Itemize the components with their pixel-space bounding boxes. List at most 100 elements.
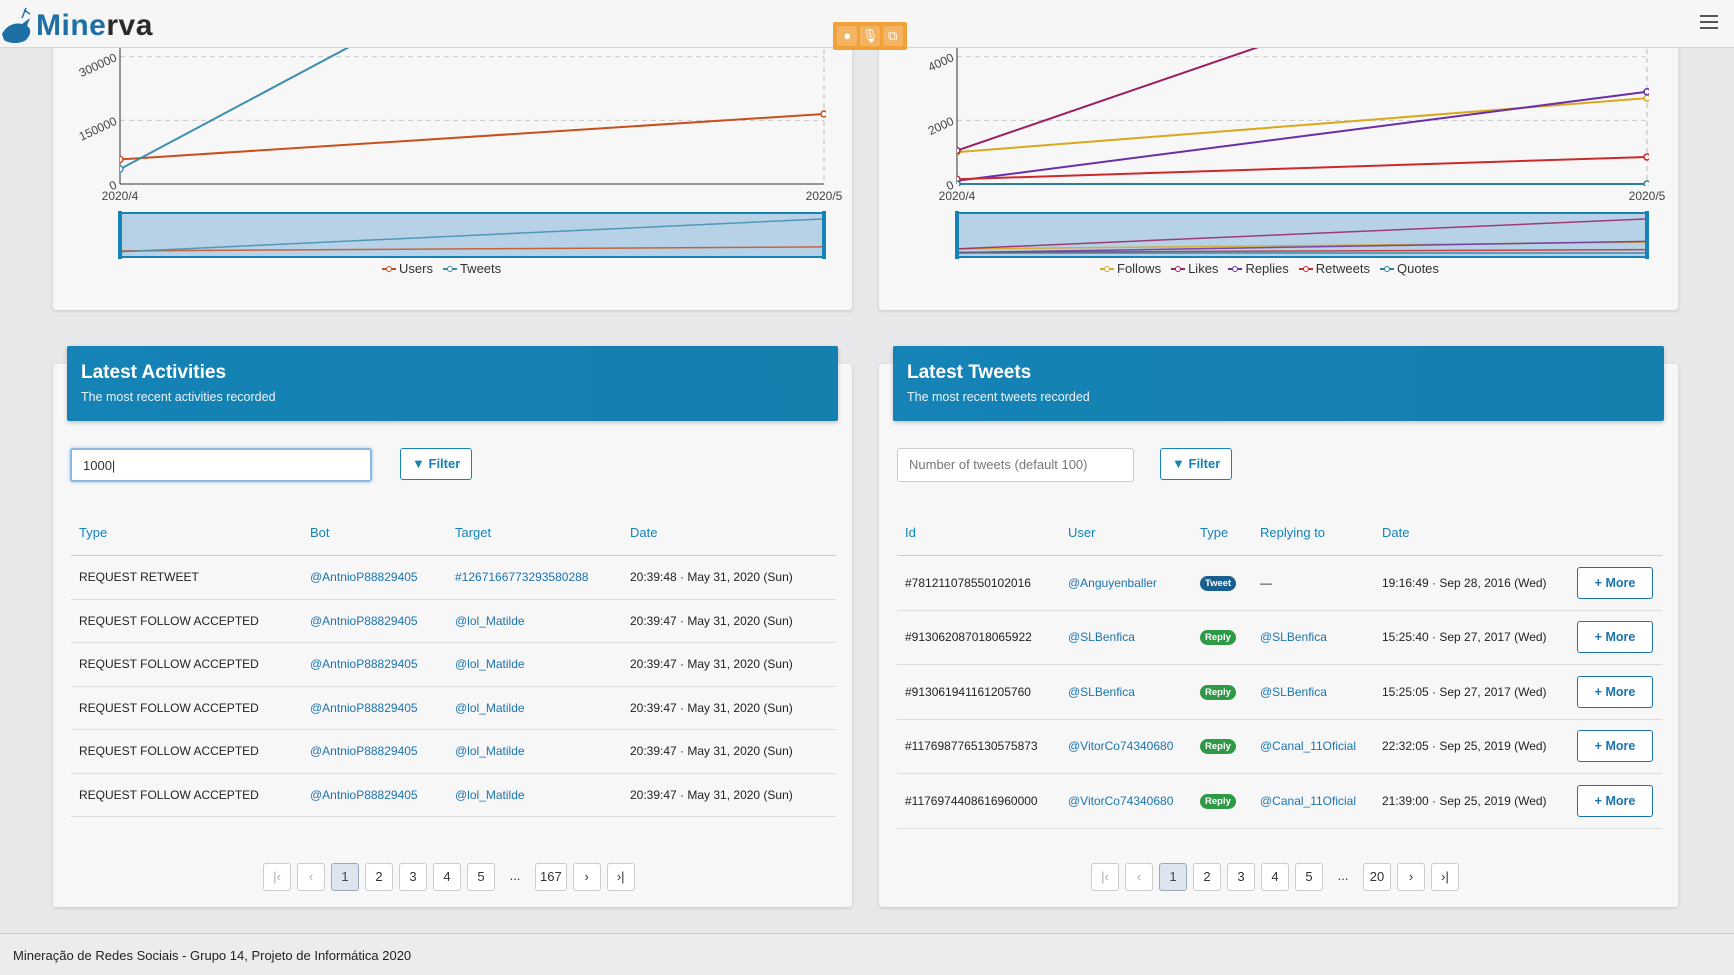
page-button[interactable]: 5 [467, 863, 495, 891]
logo[interactable]: Minerva [0, 2, 153, 48]
target-link[interactable]: @lol_Matilde [447, 788, 622, 802]
menu-icon[interactable] [1700, 15, 1718, 33]
tweet-id: #913062087018065922 [905, 630, 1032, 645]
zoom-handle-right [822, 211, 826, 259]
firefox-icon[interactable]: ● [837, 26, 858, 46]
activities-count-input[interactable]: 1000| [70, 448, 372, 482]
data-point [1643, 153, 1649, 161]
column-header-id[interactable]: Id [897, 525, 1060, 540]
page-button[interactable]: 2 [365, 863, 393, 891]
legend-item-likes[interactable]: Likes [1171, 261, 1218, 276]
tweet-date: 15:25:05 · Sep 27, 2017 (Wed) [1382, 684, 1547, 699]
tweet-type: Reply [1192, 629, 1252, 646]
target-link[interactable]: @lol_Matilde [447, 744, 622, 758]
column-header-date[interactable]: Date [1374, 525, 1569, 540]
window-share-icon[interactable]: ⧉ [882, 26, 903, 46]
tweets-pagination: |‹ ‹ 1 2 3 4 5 ... 20 › ›| [1091, 863, 1459, 891]
bot-link[interactable]: @AntnioP88829405 [302, 657, 447, 671]
user-link[interactable]: @SLBenfica [1060, 685, 1192, 699]
tweets-filter-button[interactable]: ▼ Filter [1160, 448, 1233, 480]
legend-item-follows[interactable]: Follows [1100, 261, 1161, 276]
x-tick-label: 2020/4 [939, 189, 976, 203]
more-button[interactable]: + More [1577, 675, 1653, 708]
tweets-count-input[interactable]: Number of tweets (default 100) [897, 448, 1134, 482]
data-point [957, 180, 961, 186]
type-badge: Reply [1200, 630, 1236, 646]
page-button[interactable]: 3 [1227, 863, 1255, 891]
legend-item-quotes[interactable]: Quotes [1380, 261, 1439, 276]
table-row: REQUEST FOLLOW ACCEPTED @AntnioP88829405 @… [71, 774, 836, 817]
target-link[interactable]: @lol_Matilde [447, 701, 622, 715]
more-button[interactable]: + More [1577, 784, 1653, 817]
data-point [820, 110, 826, 118]
column-header-date[interactable]: Date [622, 525, 836, 540]
page-button[interactable]: 20 [1363, 863, 1391, 891]
legend-item-users[interactable]: Users [382, 261, 433, 276]
last-page-icon[interactable]: ›| [606, 863, 635, 891]
more-label: More [1605, 630, 1636, 645]
page-button[interactable]: 3 [399, 863, 427, 891]
activity-date: 20:39:47 · May 31, 2020 (Sun) [630, 657, 793, 672]
target-link[interactable]: #1267166773293580288 [447, 570, 622, 584]
page-button[interactable]: 5 [1295, 863, 1323, 891]
legend-item-retweets[interactable]: Retweets [1298, 261, 1370, 276]
more-button[interactable]: + More [1577, 566, 1653, 599]
tweet-type: Tweet [1192, 575, 1252, 591]
replying-to-link[interactable]: @Canal_11Oficial [1252, 794, 1374, 808]
microphone-icon[interactable]: 🎙 [859, 26, 880, 46]
replying-to-link[interactable]: @SLBenfica [1252, 630, 1374, 644]
first-page-icon[interactable]: |‹ [263, 863, 291, 891]
tweet-type: Reply [1192, 738, 1252, 755]
target-link[interactable]: @lol_Matilde [447, 657, 622, 671]
user-link[interactable]: @VitorCo74340680 [1060, 794, 1192, 808]
column-header-target[interactable]: Target [447, 525, 622, 540]
first-page-icon[interactable]: |‹ [1091, 863, 1119, 891]
page-button[interactable]: 2 [1193, 863, 1221, 891]
prev-page-icon[interactable]: ‹ [1125, 863, 1153, 891]
activities-filter-button[interactable]: ▼ Filter [400, 448, 473, 480]
column-header-type[interactable]: Type [1192, 525, 1252, 540]
replying-to-link[interactable]: @SLBenfica [1252, 685, 1374, 699]
footer: Mineração de Redes Sociais - Grupo 14, P… [0, 933, 1734, 975]
page-button[interactable]: 167 [535, 863, 567, 891]
page-button[interactable]: 4 [433, 863, 461, 891]
bot-link[interactable]: @AntnioP88829405 [302, 570, 447, 584]
prev-page-icon[interactable]: ‹ [297, 863, 325, 891]
tweet-id: #1176974408616960000 [905, 793, 1038, 808]
user-link[interactable]: @VitorCo74340680 [1060, 739, 1192, 753]
bot-link[interactable]: @AntnioP88829405 [302, 701, 447, 715]
bot-link[interactable]: @AntnioP88829405 [302, 744, 447, 758]
page-ellipsis: ... [1337, 868, 1349, 883]
data-point [120, 155, 124, 164]
legend-item-tweets[interactable]: Tweets [442, 261, 501, 276]
column-header-bot[interactable]: Bot [302, 525, 447, 540]
user-link[interactable]: @SLBenfica [1060, 630, 1192, 644]
series-group [957, 40, 1649, 186]
user-link[interactable]: @Anguyenballer [1060, 576, 1192, 590]
bot-link[interactable]: @AntnioP88829405 [302, 788, 447, 802]
more-button[interactable]: + More [1577, 621, 1653, 654]
chart-card-activity-types: 0 2000 4000 2020/4 2020/5 Follows Likes Repl… [879, 40, 1678, 310]
more-button[interactable]: + More [1577, 730, 1653, 763]
card-header: Latest Activities The most recent activi… [67, 346, 838, 421]
bot-link[interactable]: @AntnioP88829405 [302, 614, 447, 628]
y-tick-label: 300000 [77, 50, 120, 80]
next-page-icon[interactable]: › [572, 863, 601, 891]
type-badge: Tweet [1200, 575, 1237, 591]
last-page-icon[interactable]: ›| [1431, 863, 1459, 891]
page-button[interactable]: 1 [1159, 863, 1187, 891]
legend-item-replies[interactable]: Replies [1228, 261, 1289, 276]
column-header-user[interactable]: User [1060, 525, 1192, 540]
tweet-date: 22:32:05 · Sep 25, 2019 (Wed) [1382, 739, 1547, 754]
column-header-type[interactable]: Type [71, 525, 302, 540]
replying-to-link[interactable]: @Canal_11Oficial [1252, 739, 1374, 753]
tweet-date: 15:25:40 · Sep 27, 2017 (Wed) [1382, 630, 1547, 645]
footer-text: Mineração de Redes Sociais - Grupo 14, P… [13, 948, 412, 963]
page-button[interactable]: 1 [331, 863, 359, 891]
page-button[interactable]: 4 [1261, 863, 1289, 891]
column-header-replying-to[interactable]: Replying to [1252, 525, 1374, 540]
table-row: #1176974408616960000 @VitorCo74340680 Repl… [897, 774, 1662, 829]
tweet-date: 21:39:00 · Sep 25, 2019 (Wed) [1382, 793, 1547, 808]
next-page-icon[interactable]: › [1397, 863, 1425, 891]
target-link[interactable]: @lol_Matilde [447, 614, 622, 628]
